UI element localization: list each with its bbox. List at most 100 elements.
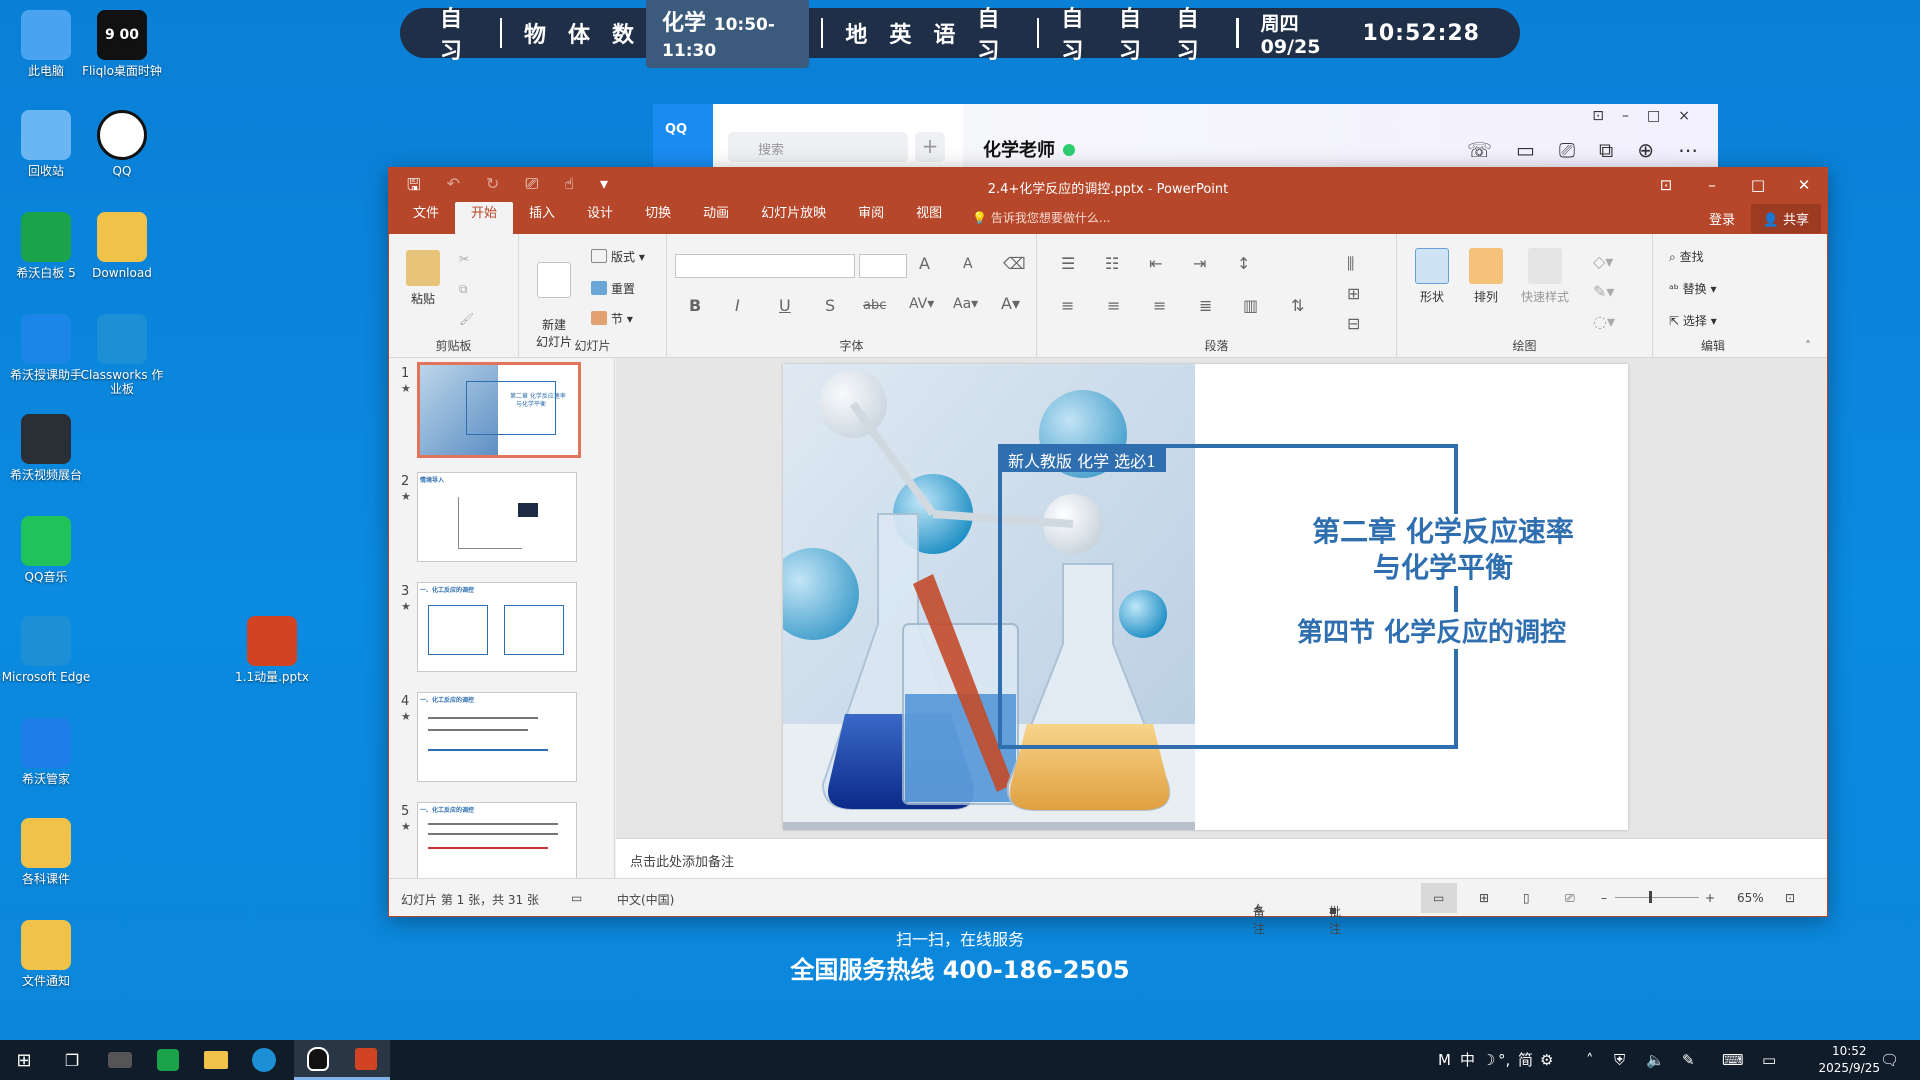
paste-button[interactable]: 粘贴	[403, 250, 443, 307]
shape-fill-icon[interactable]: ◇▾	[1593, 252, 1613, 271]
cut-icon[interactable]: ✂	[459, 252, 469, 266]
more-icon[interactable]: ⋯	[1678, 138, 1698, 162]
slide-subtitle[interactable]: 第四节 化学反应的调控	[1293, 612, 1571, 649]
close-icon[interactable]: ×	[1678, 108, 1708, 124]
minimize-icon[interactable]: –	[1622, 108, 1647, 124]
slideshow-view-icon[interactable]: ⎚	[1565, 891, 1575, 906]
replace-button[interactable]: ᵃᵇ 替换 ▾	[1669, 280, 1717, 297]
tab-insert[interactable]: 插入	[513, 202, 571, 234]
slide-thumb-2[interactable]: 情境导入	[417, 472, 577, 562]
slide-title[interactable]: 第二章 化学反应速率 与化学平衡	[1273, 514, 1613, 586]
find-button[interactable]: ⌕ 查找	[1669, 248, 1704, 265]
taskbar-camera-app[interactable]	[96, 1040, 144, 1080]
ime-script[interactable]: 简	[1518, 1040, 1533, 1080]
notes-pane[interactable]: 点击此处添加备注	[616, 838, 1827, 878]
line-spacing-icon[interactable]: ↕	[1237, 254, 1250, 273]
pin-icon[interactable]: ⊡	[1592, 108, 1622, 124]
shape-outline-icon[interactable]: ✎▾	[1593, 282, 1614, 301]
desktop-icon[interactable]: Classworks 作业板	[76, 314, 168, 396]
tray-expand-icon[interactable]: ˄	[1586, 1040, 1594, 1080]
slide-tag[interactable]: 新人教版 化学 选必1	[998, 444, 1167, 472]
share-button[interactable]: 👤 共享	[1750, 204, 1821, 233]
tab-file[interactable]: 文件	[397, 202, 455, 234]
zoom-in-button[interactable]: +	[1705, 891, 1715, 905]
desktop-icon[interactable]: 希沃管家	[0, 718, 92, 786]
tab-view[interactable]: 视图	[900, 202, 958, 234]
numbering-icon[interactable]: ☷	[1105, 254, 1119, 273]
columns-icon[interactable]: ▥	[1243, 296, 1258, 315]
desktop-icon[interactable]: 9 00 Fliqlo桌面时钟	[76, 10, 168, 78]
desktop-icon[interactable]: Download	[76, 212, 168, 280]
align-left-icon[interactable]: ≡	[1061, 296, 1074, 315]
justify-icon[interactable]: ≣	[1199, 296, 1212, 315]
copy-icon[interactable]: ⧉	[459, 282, 468, 297]
slide-thumbnails-pane[interactable]: 1 ★ 第二章 化学反应速率 与化学平衡 2 ★ 情境导入 3 ★ 一、化工反应…	[389, 358, 615, 878]
maximize-icon[interactable]: □	[1735, 172, 1781, 198]
security-icon[interactable]: ⛨	[1614, 1040, 1625, 1080]
maximize-icon[interactable]: □	[1647, 108, 1678, 124]
ime-punct-icon[interactable]: °,	[1498, 1040, 1510, 1080]
quick-styles-button[interactable]: 快速样式	[1515, 248, 1575, 305]
keyboard-icon[interactable]: ⌨	[1722, 1040, 1744, 1080]
reading-view-icon[interactable]: ▯	[1523, 891, 1530, 905]
tab-review[interactable]: 审阅	[842, 202, 900, 234]
current-slide[interactable]: 新人教版 化学 选必1 第二章 化学反应速率 与化学平衡 第四节 化学反应的调控	[783, 364, 1628, 830]
slide-thumb-1[interactable]: 第二章 化学反应速率 与化学平衡	[417, 362, 581, 458]
remote-icon[interactable]: ⧉	[1599, 138, 1613, 162]
taskbar-explorer[interactable]	[192, 1040, 240, 1080]
taskbar-clock[interactable]: 10:52 2025/9/25	[1818, 1043, 1880, 1077]
new-slide-button[interactable]: 新建 幻灯片	[529, 248, 579, 350]
desktop-icon[interactable]: 1.1动量.pptx	[226, 616, 318, 684]
shape-effects-icon[interactable]: ◌▾	[1593, 312, 1615, 331]
collapse-ribbon-icon[interactable]: ˄	[1805, 339, 1811, 353]
slide-editor[interactable]: 新人教版 化学 选必1 第二章 化学反应速率 与化学平衡 第四节 化学反应的调控	[616, 358, 1827, 838]
format-painter-icon[interactable]: 🖌	[459, 312, 474, 326]
taskbar-seewo-app[interactable]	[144, 1040, 192, 1080]
minimize-icon[interactable]: –	[1689, 172, 1735, 198]
notification-icon[interactable]: 🗨	[1880, 1040, 1899, 1080]
smartart-icon[interactable]: ⊟	[1347, 314, 1360, 333]
zoom-slider-thumb[interactable]	[1649, 891, 1652, 903]
decrease-indent-icon[interactable]: ⇤	[1149, 254, 1162, 273]
tab-slideshow[interactable]: 幻灯片放映	[745, 202, 842, 234]
italic-button[interactable]: I	[735, 296, 740, 315]
close-icon[interactable]: ✕	[1781, 172, 1827, 198]
spellcheck-icon[interactable]: ▭	[571, 891, 582, 905]
char-spacing-icon[interactable]: AV▾	[909, 296, 934, 312]
zoom-out-button[interactable]: –	[1601, 891, 1607, 905]
start-button[interactable]: ⊞	[0, 1040, 48, 1080]
arrange-button[interactable]: 排列	[1461, 248, 1511, 305]
tab-transitions[interactable]: 切换	[629, 202, 687, 234]
clear-format-icon[interactable]: ⌫	[1003, 254, 1026, 273]
desktop-icon[interactable]: QQ	[76, 110, 168, 178]
fit-slide-icon[interactable]: ⊡	[1785, 891, 1795, 905]
slide-thumb-3[interactable]: 一、化工反应的调控	[417, 582, 577, 672]
desktop-icon[interactable]: 希沃视频展台	[0, 414, 92, 482]
pen-icon[interactable]: ✎	[1682, 1040, 1695, 1080]
qq-search-input[interactable]: 搜索	[728, 132, 908, 162]
increase-indent-icon[interactable]: ⇥	[1193, 254, 1206, 273]
bullets-icon[interactable]: ☰	[1061, 254, 1075, 273]
taskbar-qq[interactable]	[294, 1040, 342, 1080]
ime-language[interactable]: 中	[1460, 1040, 1475, 1080]
bold-button[interactable]: B	[689, 296, 701, 315]
tab-home[interactable]: 开始	[455, 202, 514, 234]
strikethrough-button[interactable]: abc	[863, 298, 886, 313]
display-icon[interactable]: ▭	[1762, 1040, 1776, 1080]
video-icon[interactable]: ▭	[1516, 138, 1535, 162]
qq-add-button[interactable]: +	[915, 132, 945, 162]
language-indicator[interactable]: 中文(中国)	[617, 891, 674, 908]
desktop-icon[interactable]: 各科课件	[0, 818, 92, 886]
qq-window-controls[interactable]: ⊡–□×	[1592, 108, 1708, 124]
slide-thumb-5[interactable]: 一、化工反应的调控	[417, 802, 577, 878]
taskbar-powerpoint[interactable]	[342, 1040, 390, 1080]
desktop-icon[interactable]: QQ音乐	[0, 516, 92, 584]
font-size-input[interactable]	[859, 254, 907, 278]
align-right-icon[interactable]: ≡	[1153, 296, 1166, 315]
ribbon-display-icon[interactable]: ⊡	[1643, 172, 1689, 198]
text-direction-icon[interactable]: ⇅	[1291, 296, 1304, 315]
volume-icon[interactable]: 🔈	[1646, 1040, 1665, 1080]
zoom-slider-track[interactable]	[1615, 897, 1699, 898]
screen-share-icon[interactable]: ⎚	[1559, 138, 1575, 162]
task-view-button[interactable]: ❐	[48, 1040, 96, 1080]
